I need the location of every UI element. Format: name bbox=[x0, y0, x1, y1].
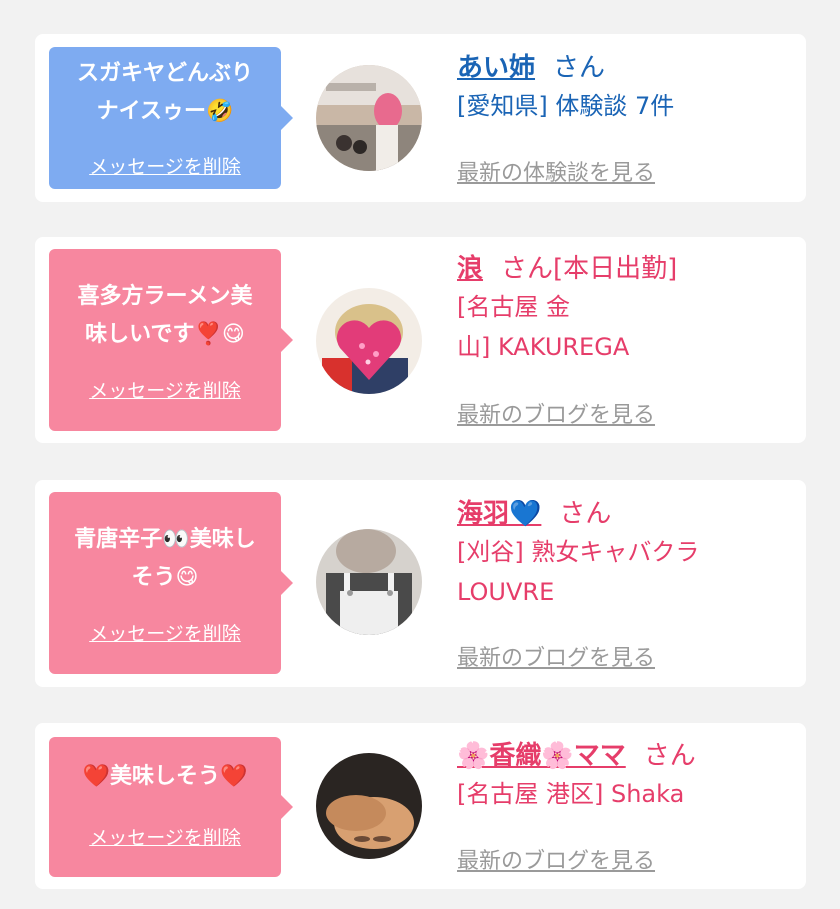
honorific: さん[本日出勤] bbox=[501, 254, 678, 284]
shop-detail: [愛知県] 体験談 7件 bbox=[457, 92, 675, 120]
cast-name-link[interactable]: あい姉 bbox=[457, 53, 535, 83]
avatar[interactable] bbox=[316, 753, 422, 859]
message-card: スガキヤどんぶり ナイスゥー🤣 メッセージを削除 あい姉 さん [愛知県] 体験談… bbox=[35, 34, 806, 202]
honorific: さん bbox=[643, 741, 696, 771]
avatar[interactable] bbox=[316, 288, 422, 394]
cast-name-link[interactable]: 浪 bbox=[457, 254, 483, 284]
message-text: 喜多方ラーメン美 味しいです❣️😋 bbox=[77, 284, 253, 347]
message-bubble: スガキヤどんぶり ナイスゥー🤣 メッセージを削除 bbox=[49, 47, 293, 189]
cast-name-link[interactable]: 海羽💙 bbox=[457, 499, 541, 529]
shop-detail: [刈谷] 熟女キャバクラ LOUVRE bbox=[457, 538, 700, 606]
message-bubble: ❤️美味しそう❤️ メッセージを削除 bbox=[49, 737, 293, 877]
view-latest-link[interactable]: 最新のブログを見る bbox=[457, 397, 655, 429]
view-latest-link[interactable]: 最新のブログを見る bbox=[457, 843, 655, 875]
avatar[interactable] bbox=[316, 529, 422, 635]
message-text: 青唐辛子👀美味し そう😋 bbox=[74, 527, 256, 590]
view-latest-link[interactable]: 最新の体験談を見る bbox=[457, 155, 655, 187]
cast-name-link[interactable]: 🌸香織🌸ママ bbox=[457, 741, 626, 771]
message-card: 青唐辛子👀美味し そう😋 メッセージを削除 海羽💙 さん [刈谷] 熟女キャバクラ… bbox=[35, 480, 806, 687]
avatar[interactable] bbox=[316, 65, 422, 171]
delete-message-link[interactable]: メッセージを削除 bbox=[49, 152, 281, 179]
message-card: ❤️美味しそう❤️ メッセージを削除 🌸香織🌸ママ さん [名古屋 港区] Sha… bbox=[35, 723, 806, 889]
message-text: スガキヤどんぶり ナイスゥー🤣 bbox=[76, 61, 253, 124]
message-card: 喜多方ラーメン美 味しいです❣️😋 メッセージを削除 浪さん[本日出勤] [名古… bbox=[35, 237, 806, 443]
message-text: ❤️美味しそう❤️ bbox=[82, 764, 248, 789]
delete-message-link[interactable]: メッセージを削除 bbox=[49, 376, 281, 403]
shop-detail: [名古屋 金 山] KAKUREGA bbox=[457, 293, 630, 361]
shop-detail: [名古屋 港区] Shaka bbox=[457, 780, 685, 808]
message-bubble: 喜多方ラーメン美 味しいです❣️😋 メッセージを削除 bbox=[49, 249, 293, 431]
message-bubble: 青唐辛子👀美味し そう😋 メッセージを削除 bbox=[49, 492, 293, 674]
delete-message-link[interactable]: メッセージを削除 bbox=[49, 619, 281, 646]
honorific: さん bbox=[559, 499, 612, 529]
view-latest-link[interactable]: 最新のブログを見る bbox=[457, 640, 655, 672]
honorific: さん bbox=[553, 53, 606, 83]
delete-message-link[interactable]: メッセージを削除 bbox=[49, 823, 281, 850]
